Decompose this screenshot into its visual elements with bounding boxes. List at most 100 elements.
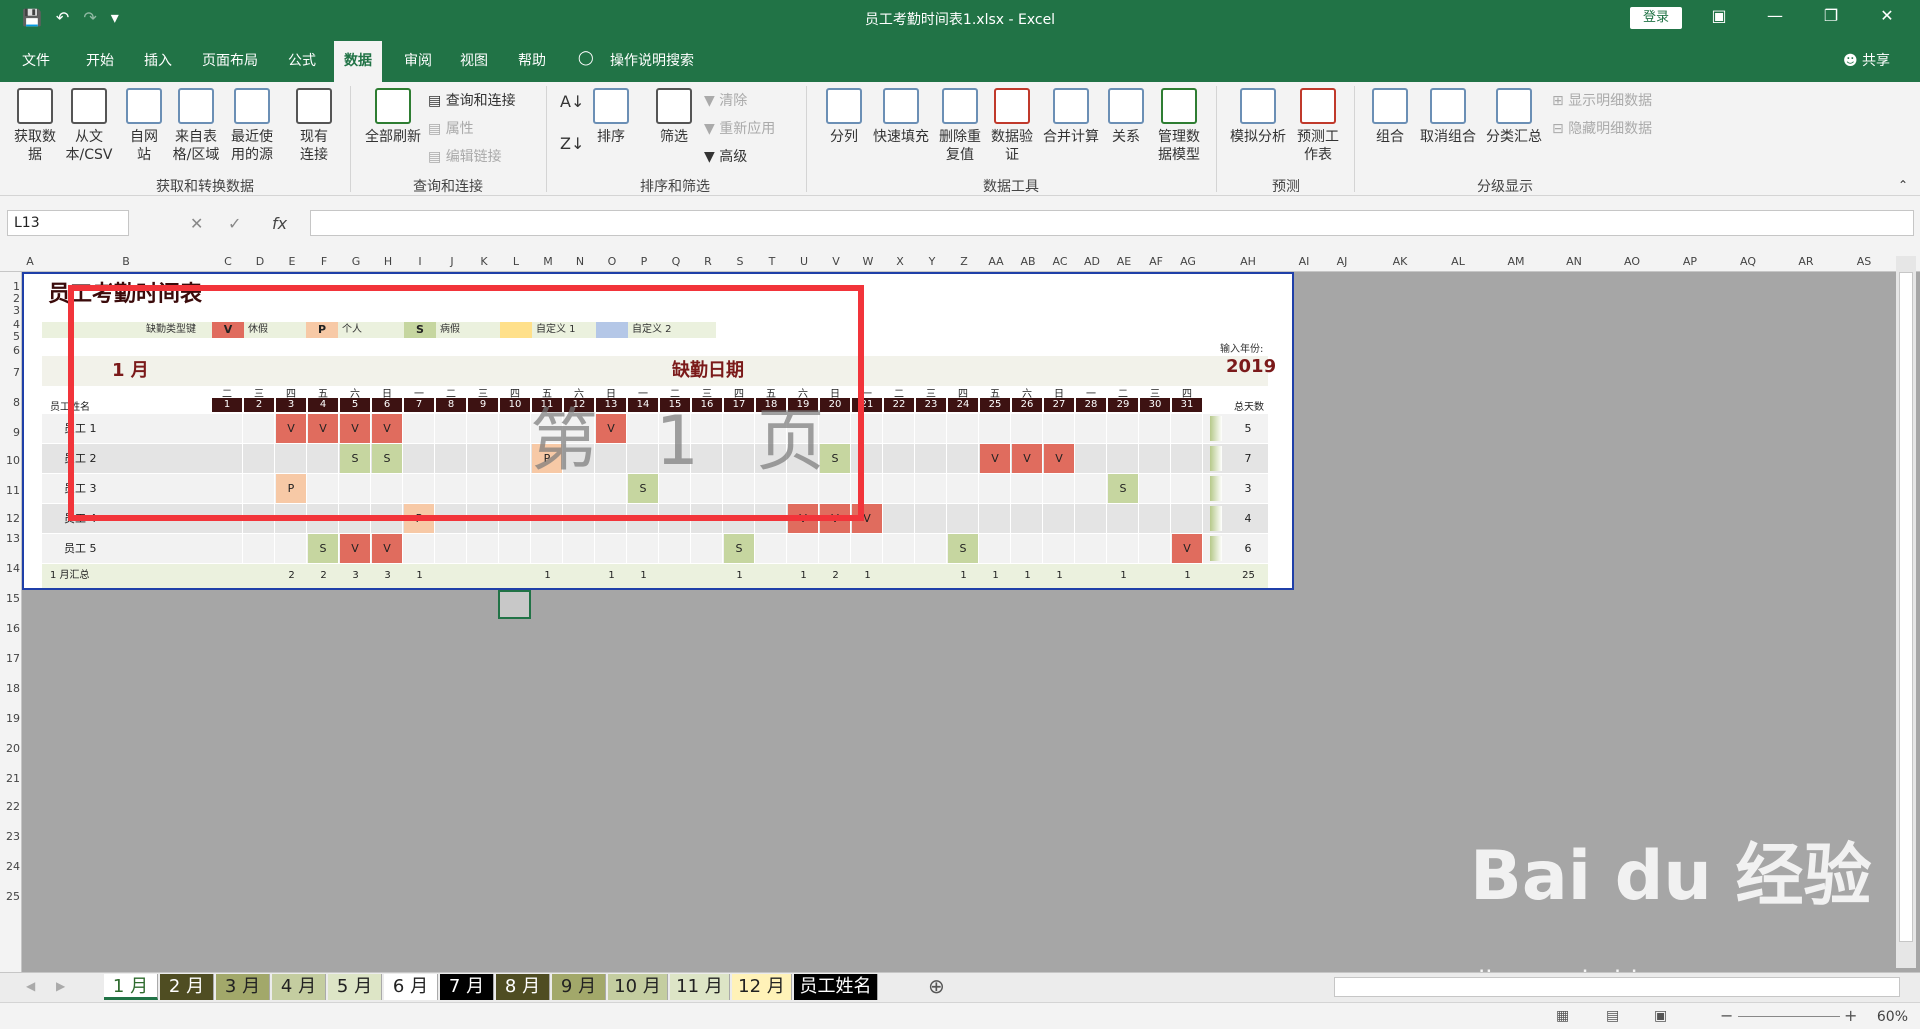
attendance-cell[interactable] <box>628 534 659 563</box>
restore-icon[interactable]: ❐ <box>1816 6 1846 25</box>
attendance-cell[interactable] <box>1140 414 1171 443</box>
attendance-cell[interactable] <box>500 534 531 563</box>
ribbon-display-icon[interactable]: ▣ <box>1704 6 1734 25</box>
zoom-out-icon[interactable]: − <box>1720 1006 1733 1025</box>
attendance-cell[interactable] <box>1076 534 1107 563</box>
sort-button[interactable]: 排序 <box>592 88 630 146</box>
attendance-cell[interactable] <box>596 534 627 563</box>
row-header[interactable]: 13 <box>0 532 20 545</box>
zoom-level[interactable]: 60% <box>1877 1009 1908 1025</box>
row-header[interactable]: 7 <box>0 366 20 379</box>
attendance-cell[interactable] <box>1076 474 1107 503</box>
row-header[interactable]: 6 <box>0 344 20 357</box>
tab-review[interactable]: 审阅 <box>404 50 432 70</box>
column-header[interactable]: F <box>309 255 339 268</box>
tab-scroll-right-icon[interactable]: ▶ <box>56 979 65 993</box>
insert-function-button[interactable]: fx <box>272 214 287 233</box>
get-data-button[interactable]: 获取数据 <box>10 88 60 164</box>
scroll-thumb[interactable] <box>1899 272 1913 942</box>
column-header[interactable]: M <box>533 255 563 268</box>
attendance-cell[interactable] <box>980 474 1011 503</box>
attendance-cell[interactable] <box>1044 414 1075 443</box>
enter-icon[interactable]: ✓ <box>228 214 241 233</box>
reapply-button[interactable]: ▼ 重新应用 <box>704 118 775 138</box>
column-header[interactable]: W <box>853 255 883 268</box>
attendance-cell[interactable] <box>1108 534 1139 563</box>
login-button[interactable]: 登录 <box>1630 7 1682 29</box>
row-header[interactable]: 23 <box>0 830 20 843</box>
attendance-cell[interactable]: V <box>372 534 403 563</box>
from-table-button[interactable]: 来自表格/区域 <box>170 88 222 164</box>
attendance-cell[interactable]: V <box>1172 534 1203 563</box>
attendance-cell[interactable]: S <box>948 534 979 563</box>
column-header[interactable]: B <box>111 255 141 268</box>
attendance-cell[interactable] <box>980 534 1011 563</box>
column-header[interactable]: Z <box>949 255 979 268</box>
tab-help[interactable]: 帮助 <box>518 50 546 70</box>
column-header[interactable]: AE <box>1109 255 1139 268</box>
forecast-sheet-button[interactable]: 预测工作表 <box>1294 88 1342 164</box>
sheet-tab[interactable]: 9 月 <box>552 974 606 1000</box>
save-icon[interactable]: 💾 <box>22 8 42 27</box>
column-header[interactable]: AG <box>1173 255 1203 268</box>
sheet-tab[interactable]: 5 月 <box>328 974 382 1000</box>
attendance-cell[interactable]: V <box>1044 444 1075 473</box>
queries-connections-button[interactable]: ▤ 查询和连接 <box>428 90 516 110</box>
attendance-cell[interactable] <box>1076 444 1107 473</box>
attendance-cell[interactable] <box>948 504 979 533</box>
remove-duplicates-button[interactable]: 删除重复值 <box>936 88 984 164</box>
row-header[interactable]: 18 <box>0 682 20 695</box>
row-header[interactable]: 17 <box>0 652 20 665</box>
column-header[interactable]: L <box>501 255 531 268</box>
attendance-cell[interactable] <box>1140 504 1171 533</box>
attendance-cell[interactable] <box>948 444 979 473</box>
tab-view[interactable]: 视图 <box>460 50 488 70</box>
sort-ascending-icon[interactable]: A↓ <box>560 92 584 111</box>
column-header[interactable]: AN <box>1559 255 1589 268</box>
tab-insert[interactable]: 插入 <box>144 50 172 70</box>
tab-data[interactable]: 数据 <box>334 41 382 82</box>
sheet-tab[interactable]: 8 月 <box>496 974 550 1000</box>
attendance-cell[interactable] <box>980 504 1011 533</box>
recent-sources-button[interactable]: 最近使用的源 <box>226 88 278 164</box>
column-header[interactable]: AP <box>1675 255 1705 268</box>
attendance-cell[interactable] <box>788 534 819 563</box>
clear-filter-button[interactable]: ▼ 清除 <box>704 90 747 110</box>
attendance-cell[interactable] <box>916 474 947 503</box>
sheet-tab[interactable]: 2 月 <box>160 974 214 1000</box>
data-validation-button[interactable]: 数据验证 <box>988 88 1036 164</box>
row-header[interactable]: 15 <box>0 592 20 605</box>
column-header[interactable]: T <box>757 255 787 268</box>
attendance-cell[interactable] <box>1108 444 1139 473</box>
row-header[interactable]: 22 <box>0 800 20 813</box>
sheet-tab[interactable]: 员工姓名 <box>794 974 878 1000</box>
tab-page-layout[interactable]: 页面布局 <box>202 50 258 70</box>
properties-button[interactable]: ▤ 属性 <box>428 118 474 138</box>
group-button[interactable]: 组合 <box>1370 88 1410 146</box>
tab-formulas[interactable]: 公式 <box>288 50 316 70</box>
column-header[interactable]: A <box>15 255 45 268</box>
column-header[interactable]: AA <box>981 255 1011 268</box>
row-header[interactable]: 11 <box>0 484 20 497</box>
zoom-in-icon[interactable]: + <box>1844 1006 1857 1025</box>
consolidate-button[interactable]: 合并计算 <box>1040 88 1102 146</box>
column-header[interactable]: H <box>373 255 403 268</box>
attendance-cell[interactable] <box>884 414 915 443</box>
row-header[interactable]: 21 <box>0 772 20 785</box>
attendance-cell[interactable]: V <box>340 534 371 563</box>
name-box[interactable]: L13 <box>7 210 129 236</box>
attendance-cell[interactable] <box>756 534 787 563</box>
existing-connections-button[interactable]: 现有连接 <box>296 88 332 164</box>
sheet-tab[interactable]: 7 月 <box>440 974 494 1000</box>
attendance-cell[interactable] <box>948 414 979 443</box>
tab-home[interactable]: 开始 <box>86 50 114 70</box>
attendance-cell[interactable] <box>1140 534 1171 563</box>
attendance-cell[interactable] <box>820 534 851 563</box>
attendance-cell[interactable] <box>1108 414 1139 443</box>
column-header[interactable]: U <box>789 255 819 268</box>
advanced-filter-button[interactable]: ▼ 高级 <box>704 146 747 166</box>
sort-descending-icon[interactable]: Z↓ <box>560 134 584 153</box>
column-header[interactable]: G <box>341 255 371 268</box>
attendance-cell[interactable]: S <box>724 534 755 563</box>
page-layout-view-icon[interactable]: ▤ <box>1606 1008 1619 1024</box>
